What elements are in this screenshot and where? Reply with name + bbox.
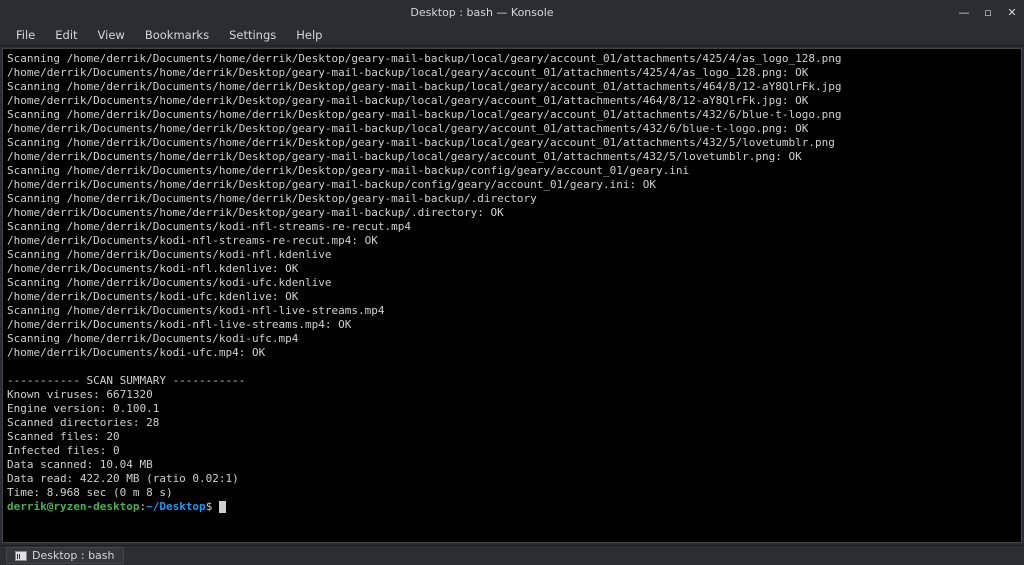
window-title: Desktop : bash — Konsole: [6, 6, 958, 19]
menu-view[interactable]: View: [90, 26, 133, 44]
close-button[interactable]: ✕: [1006, 6, 1018, 18]
menu-settings[interactable]: Settings: [221, 26, 284, 44]
menu-edit[interactable]: Edit: [47, 26, 85, 44]
menubar: File Edit View Bookmarks Settings Help: [0, 24, 1024, 46]
menu-file[interactable]: File: [8, 26, 43, 44]
cursor: [219, 501, 226, 513]
terminal[interactable]: Scanning /home/derrik/Documents/home/der…: [2, 48, 1022, 543]
titlebar[interactable]: Desktop : bash — Konsole — ▫ ✕: [0, 0, 1024, 24]
menu-help[interactable]: Help: [288, 26, 330, 44]
minimize-button[interactable]: —: [958, 6, 970, 18]
menu-bookmarks[interactable]: Bookmarks: [137, 26, 217, 44]
terminal-container: Scanning /home/derrik/Documents/home/der…: [0, 46, 1024, 545]
terminal-icon: [15, 551, 27, 561]
tab-label: Desktop : bash: [32, 549, 115, 562]
konsole-window: Desktop : bash — Konsole — ▫ ✕ File Edit…: [0, 0, 1024, 565]
maximize-button[interactable]: ▫: [982, 6, 994, 18]
tab-desktop-bash[interactable]: Desktop : bash: [6, 547, 124, 564]
tabbar: Desktop : bash: [0, 545, 1024, 565]
window-controls: — ▫ ✕: [958, 6, 1018, 18]
